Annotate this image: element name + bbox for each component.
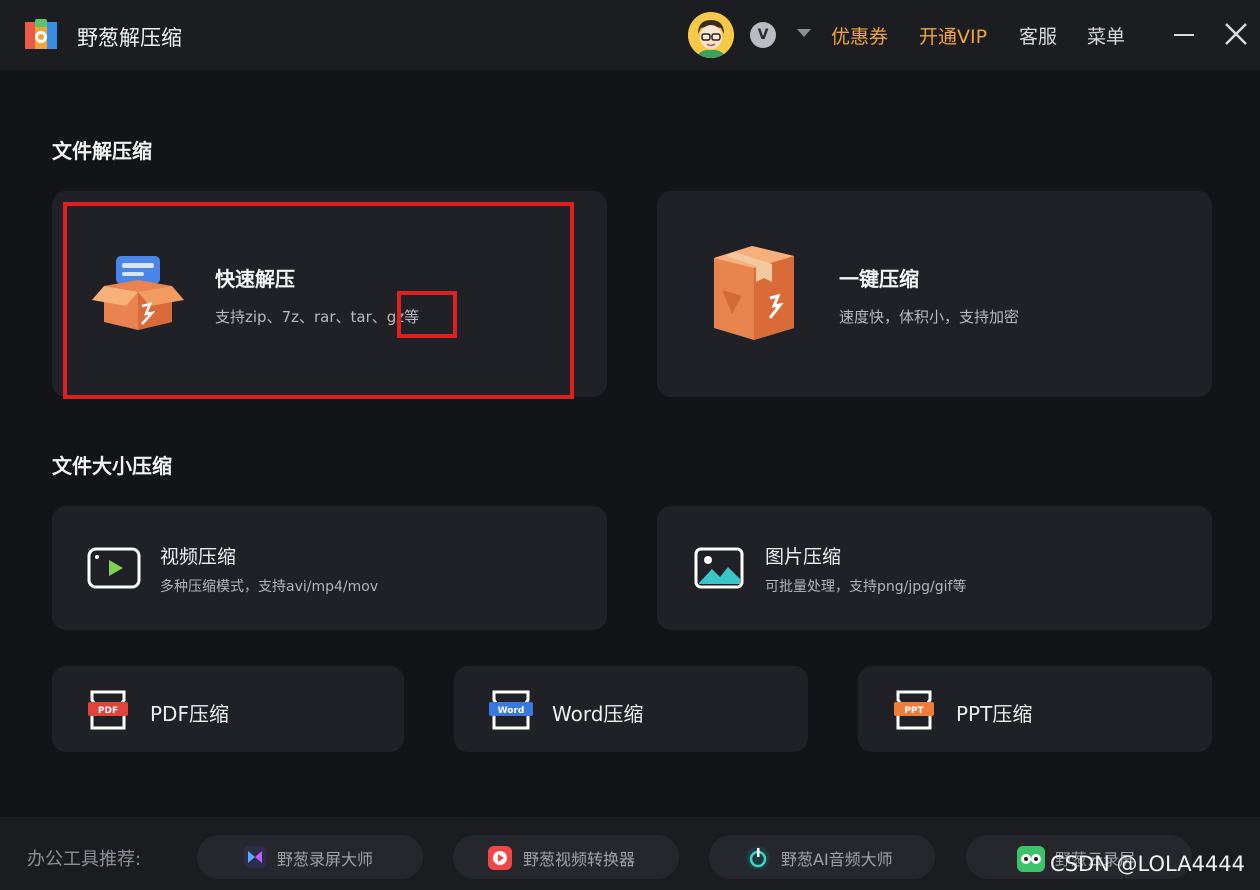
picture-icon <box>694 547 744 589</box>
ppt-file-icon: PPT <box>894 690 934 730</box>
recommend-label: 办公工具推荐: <box>27 849 142 870</box>
recommend-item-label: 野葱录屏大师 <box>277 850 374 869</box>
video-compress-desc: 多种压缩模式，支持avi/mp4/mov <box>160 579 379 595</box>
account-dropdown-arrow-icon[interactable] <box>797 29 811 37</box>
screen-recorder-icon <box>244 846 266 868</box>
ppt-icon-label: PPT <box>904 706 924 716</box>
app-logo-icon <box>25 19 57 49</box>
customer-service-link[interactable]: 客服 <box>1019 22 1057 49</box>
watermark-text: CSDN @LOLA4444 <box>1050 852 1246 876</box>
recommend-item-label: 野葱AI音频大师 <box>781 850 893 869</box>
image-compress-title: 图片压缩 <box>765 546 842 568</box>
word-file-icon: Word <box>489 690 533 730</box>
section-title-extract: 文件解压缩 <box>52 139 152 163</box>
word-icon-label: Word <box>498 706 525 716</box>
closed-box-icon <box>714 246 794 340</box>
image-compress-desc: 可批量处理，支持png/jpg/gif等 <box>765 579 967 595</box>
recommend-item-label: 野葱视频转换器 <box>523 850 636 869</box>
coupon-link[interactable]: 优惠券 <box>831 22 888 49</box>
open-vip-link[interactable]: 开通VIP <box>919 22 987 49</box>
word-compress-title: Word压缩 <box>552 702 644 726</box>
one-click-compress-title: 一键压缩 <box>839 267 919 291</box>
annotation-highlight-gz <box>397 291 457 338</box>
pdf-compress-title: PDF压缩 <box>150 702 229 726</box>
ai-audio-icon <box>746 846 770 870</box>
minimize-icon[interactable] <box>1174 34 1194 36</box>
close-icon[interactable] <box>1222 20 1250 48</box>
avatar-face-icon <box>688 12 734 58</box>
user-avatar[interactable] <box>688 12 734 58</box>
video-converter-icon <box>488 846 512 870</box>
ppt-compress-title: PPT压缩 <box>956 702 1033 726</box>
video-icon <box>87 547 141 589</box>
menu-link[interactable]: 菜单 <box>1087 22 1125 49</box>
section-title-compress: 文件大小压缩 <box>52 454 172 478</box>
video-compress-title: 视频压缩 <box>160 546 237 568</box>
one-click-compress-desc: 速度快，体积小，支持加密 <box>839 308 1020 326</box>
annotation-highlight-box <box>63 202 574 399</box>
pdf-file-icon: PDF <box>88 690 128 730</box>
cloud-recorder-icon <box>1017 846 1045 872</box>
vip-level-badge[interactable]: V <box>750 22 776 48</box>
app-title: 野葱解压缩 <box>77 26 182 50</box>
pdf-icon-label: PDF <box>98 706 118 716</box>
title-bar <box>0 0 1260 70</box>
